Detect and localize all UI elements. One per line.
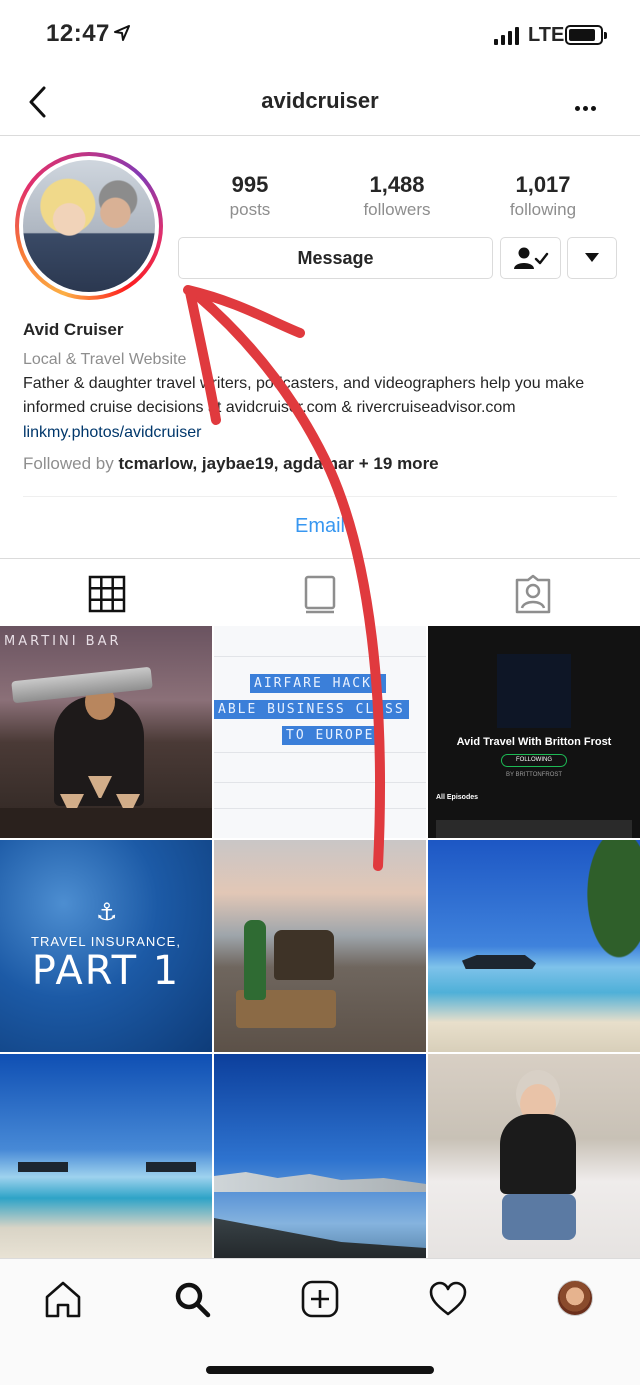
post-thumbnail[interactable]	[428, 840, 640, 1052]
profile-category: Local & Travel Website	[23, 351, 187, 368]
suggested-accounts-button[interactable]	[567, 237, 617, 279]
following-count[interactable]: 1,017 following	[483, 172, 603, 220]
post-thumbnail[interactable]	[0, 1054, 212, 1266]
post-thumbnail[interactable]	[214, 1054, 426, 1266]
followed-by[interactable]: Followed by tcmarlow, jaybae19, agdamar …	[23, 452, 623, 476]
posts-grid: MARTINI BAR AIRFARE HACKS ABLE BUSINESS …	[0, 626, 640, 1266]
avatar-photo	[23, 160, 155, 292]
heart-icon[interactable]	[428, 1279, 468, 1319]
more-options-icon[interactable]	[575, 98, 599, 116]
profile-avatar[interactable]	[15, 152, 163, 300]
tagged-icon[interactable]	[513, 574, 553, 614]
email-label: Email	[294, 515, 345, 537]
following-count-label: following	[509, 200, 577, 219]
home-icon[interactable]	[43, 1279, 83, 1319]
home-indicator	[206, 1366, 434, 1374]
anchor-icon: ⚓	[96, 899, 118, 926]
grid-icon[interactable]	[87, 574, 127, 614]
post-thumbnail[interactable]: ⚓ TRAVEL INSURANCE, PART 1	[0, 840, 212, 1052]
airfare-caption-line-2: ABLE BUSINESS CLASS	[214, 700, 409, 719]
post-thumbnail[interactable]	[214, 840, 426, 1052]
chevron-down-icon	[585, 253, 599, 262]
post-thumbnail[interactable]: AIRFARE HACKS ABLE BUSINESS CLASS TO EUR…	[214, 626, 426, 838]
posts-count[interactable]: 995 posts	[190, 172, 310, 220]
clock: 12:47	[46, 20, 110, 47]
profile-bio: Father & daughter travel writers, podcas…	[23, 375, 585, 416]
podcast-title: Avid Travel With Britton Frost	[456, 736, 612, 748]
status-bar: 12:47 LTE	[0, 0, 640, 70]
following-status-button[interactable]	[500, 237, 561, 279]
email-button[interactable]: Email	[23, 496, 617, 556]
following-count-value: 1,017	[515, 172, 571, 197]
page-title: avidcruiser	[261, 88, 379, 113]
insurance-caption-line-2: PART 1	[31, 948, 181, 994]
bottom-tab-bar	[0, 1258, 640, 1385]
martini-bar-sign: MARTINI BAR	[4, 634, 122, 649]
person-check-icon	[513, 247, 548, 269]
posts-count-value: 995	[231, 172, 269, 197]
podcast-cover	[497, 654, 571, 728]
new-post-icon[interactable]	[300, 1279, 340, 1319]
profile-tabs	[0, 558, 640, 626]
profile-name: Avid Cruiser	[23, 320, 124, 339]
podcast-following-pill: FOLLOWING	[501, 754, 567, 767]
posts-count-label: posts	[229, 200, 271, 219]
guides-icon[interactable]	[300, 574, 340, 614]
podcast-author: BY BRITTONFROST	[505, 772, 563, 778]
signal-icon	[494, 27, 519, 45]
post-thumbnail[interactable]	[428, 1054, 640, 1266]
battery-icon	[565, 25, 607, 45]
network-label: LTE	[528, 24, 565, 46]
followed-by-more: + 19 more	[358, 454, 439, 473]
airfare-caption-line-3: TO EUROPE	[282, 726, 379, 745]
post-thumbnail[interactable]: MARTINI BAR	[0, 626, 212, 838]
post-thumbnail[interactable]: Avid Travel With Britton Frost FOLLOWING…	[428, 626, 640, 838]
podcast-episodes-heading: All Episodes	[436, 794, 479, 801]
search-icon[interactable]	[172, 1279, 212, 1319]
profile-header: avidcruiser	[0, 70, 640, 136]
followers-count-value: 1,488	[369, 172, 425, 197]
location-arrow-icon	[114, 25, 130, 41]
message-button[interactable]: Message	[178, 237, 493, 279]
profile-website-link[interactable]: linkmy.photos/avidcruiser	[23, 421, 623, 445]
profile-tab-avatar[interactable]	[557, 1280, 593, 1316]
followed-by-names: tcmarlow, jaybae19, agdamar	[118, 454, 355, 473]
followed-by-prefix: Followed by	[23, 454, 114, 473]
insurance-caption-line-1: TRAVEL INSURANCE,	[31, 934, 181, 949]
followers-count-label: followers	[363, 200, 431, 219]
followers-count[interactable]: 1,488 followers	[337, 172, 457, 220]
airfare-caption-line-1: AIRFARE HACKS	[250, 674, 386, 693]
